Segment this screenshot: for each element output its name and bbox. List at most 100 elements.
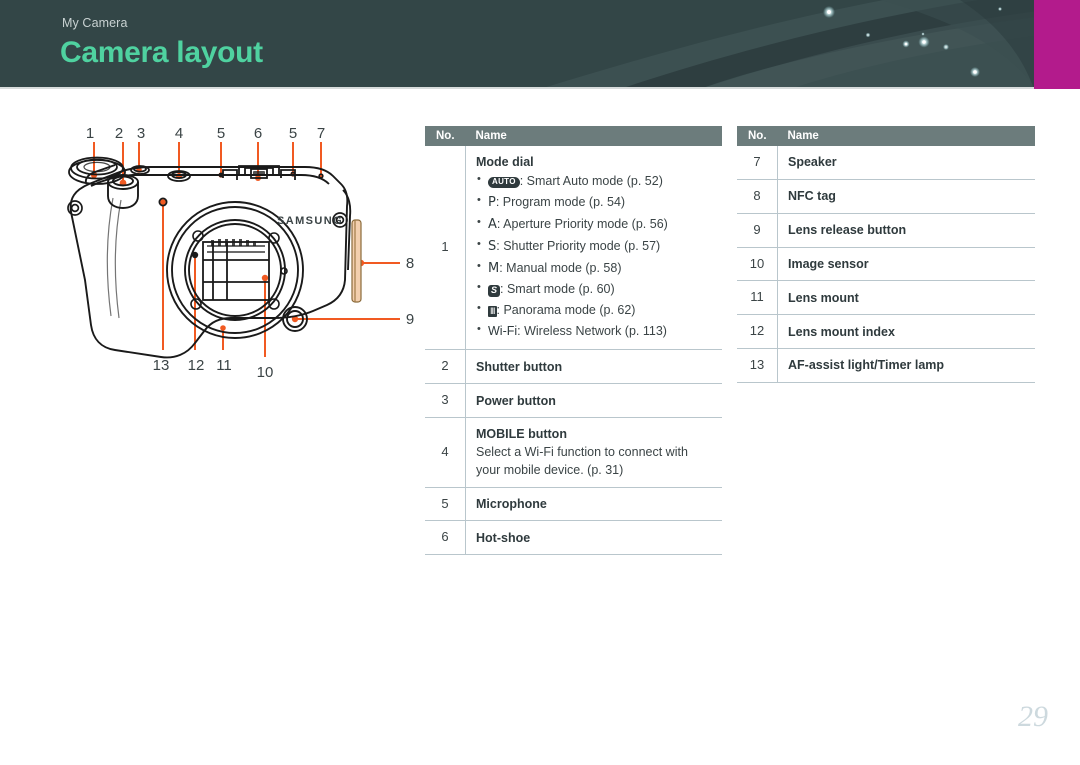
page-number: 29 (1018, 700, 1048, 733)
row-number: 3 (425, 383, 466, 419)
svg-text:7: 7 (317, 125, 325, 142)
part-title: Shutter button (476, 359, 563, 374)
nfc-tag (351, 219, 362, 303)
row-number: 9 (737, 213, 778, 248)
mode-option-smart-auto: AUTO: Smart Auto mode (p. 52) (476, 170, 714, 192)
table-row: 1 Mode dial AUTO: Smart Auto mode (p. 52… (425, 146, 722, 351)
grip-contour (106, 197, 122, 319)
part-title: Image sensor (788, 256, 869, 271)
row-name: Image sensor (777, 247, 1035, 282)
wifi-label-icon: Wi-Fi (488, 324, 518, 339)
column-header-no: No. (737, 126, 778, 146)
part-title: NFC tag (788, 189, 836, 204)
svg-text:5: 5 (217, 125, 225, 142)
mode-option-text: : Wireless Network (p. 113) (517, 324, 667, 339)
svg-text:3: 3 (137, 125, 145, 142)
column-header-name: Name (465, 126, 722, 146)
table-row: 10 Image sensor (737, 247, 1035, 282)
mode-option-text: : Program mode (p. 54) (495, 195, 626, 210)
row-name: Lens release button (777, 213, 1035, 248)
table-row: 8 NFC tag (737, 179, 1035, 214)
smart-badge-icon: S (488, 285, 501, 298)
breadcrumb: My Camera (62, 16, 128, 30)
mode-option-text: : Smart Auto mode (p. 52) (519, 174, 663, 189)
row-number: 12 (737, 314, 778, 350)
svg-text:12: 12 (188, 357, 205, 374)
row-number: 7 (737, 146, 778, 180)
mode-option-text: : Aperture Priority mode (p. 56) (496, 216, 668, 231)
mode-option-text: : Panorama mode (p. 62) (496, 303, 636, 318)
table-row: 11 Lens mount (737, 280, 1035, 316)
row-number: 13 (737, 348, 778, 383)
mode-option-shutter-priority: S: Shutter Priority mode (p. 57) (476, 235, 714, 258)
page-header: My Camera Camera layout (0, 0, 1080, 89)
row-name: Lens mount (777, 280, 1035, 316)
table-row: 13 AF-assist light/Timer lamp (737, 348, 1035, 383)
row-number: 8 (737, 179, 778, 214)
mode-option-text: : Smart mode (p. 60) (500, 282, 615, 297)
mode-option-aperture-priority: A: Aperture Priority mode (p. 56) (476, 213, 714, 236)
svg-text:5: 5 (289, 125, 297, 142)
svg-text:8: 8 (406, 255, 414, 272)
mode-option-program: P: Program mode (p. 54) (476, 191, 714, 214)
mode-option-text: : Manual mode (p. 58) (499, 260, 622, 275)
row-name: NFC tag (777, 179, 1035, 214)
row-name: MOBILE button Select a Wi-Fi function to… (465, 417, 722, 488)
row-name: Mode dial AUTO: Smart Auto mode (p. 52) … (465, 146, 722, 351)
part-title: Hot-shoe (476, 530, 531, 545)
svg-text:13: 13 (153, 357, 170, 374)
part-title: MOBILE button (476, 427, 567, 442)
brand-label: SAMSUNG (277, 215, 343, 227)
part-title: AF-assist light/Timer lamp (788, 358, 945, 373)
table-header-row: No. Name (737, 126, 1035, 146)
column-header-name: Name (777, 126, 1035, 146)
svg-text:10: 10 (257, 364, 274, 381)
callout-numbers: 1 2 3 4 5 6 5 7 8 9 13 12 11 10 (86, 125, 414, 381)
part-title: Mode dial (476, 155, 534, 169)
auto-badge-icon: AUTO (488, 177, 520, 189)
row-number: 11 (737, 280, 778, 316)
svg-text:2: 2 (115, 125, 123, 142)
part-title: Lens release button (788, 223, 907, 238)
svg-text:1: 1 (86, 125, 94, 142)
mode-option-smart: S: Smart mode (p. 60) (476, 278, 714, 300)
row-number: 10 (737, 247, 778, 282)
part-description: Select a Wi-Fi function to connect with … (476, 445, 688, 478)
table-row: 7 Speaker (737, 146, 1035, 180)
part-title: Lens mount index (788, 324, 895, 339)
mode-option-wireless-network: Wi-Fi: Wireless Network (p. 113) (476, 320, 714, 342)
mode-dial-options: AUTO: Smart Auto mode (p. 52) P: Program… (476, 170, 714, 342)
svg-text:11: 11 (216, 357, 232, 374)
header-underline (0, 87, 1034, 89)
part-title: Power button (476, 393, 556, 408)
page-title: Camera layout (60, 36, 263, 69)
camera-parts-table-left: No. Name 1 Mode dial AUTO: Smart Auto mo… (425, 126, 722, 556)
row-name: Shutter button (465, 349, 722, 385)
header-accent-band (1034, 0, 1080, 89)
image-sensor (202, 241, 270, 301)
row-name: Microphone (465, 487, 722, 522)
row-name: Power button (465, 383, 722, 419)
svg-text:9: 9 (406, 311, 414, 328)
row-number: 2 (425, 349, 466, 385)
column-header-no: No. (425, 126, 466, 146)
lens-mount-index-dot (191, 251, 199, 259)
camera-parts-table-right: No. Name 7 Speaker 8 NFC tag 9 Lens rele… (737, 126, 1035, 383)
row-number: 4 (425, 417, 466, 488)
mode-option-text: : Shutter Priority mode (p. 57) (496, 238, 661, 253)
row-name: Hot-shoe (465, 520, 722, 556)
row-number: 5 (425, 487, 466, 522)
letter-m-icon: M (488, 260, 500, 276)
panorama-badge-icon: III (488, 306, 497, 318)
table-header-row: No. Name (425, 126, 722, 146)
table-row: 2 Shutter button (425, 349, 722, 385)
table-row: 5 Microphone (425, 487, 722, 522)
table-row: 12 Lens mount index (737, 314, 1035, 350)
row-name: AF-assist light/Timer lamp (777, 348, 1035, 383)
mode-option-panorama: III: Panorama mode (p. 62) (476, 299, 714, 321)
table-row: 6 Hot-shoe (425, 520, 722, 556)
mode-option-manual: M: Manual mode (p. 58) (476, 257, 714, 280)
table-row: 3 Power button (425, 383, 722, 419)
letter-a-icon: A (488, 216, 497, 232)
part-title: Microphone (476, 496, 547, 511)
